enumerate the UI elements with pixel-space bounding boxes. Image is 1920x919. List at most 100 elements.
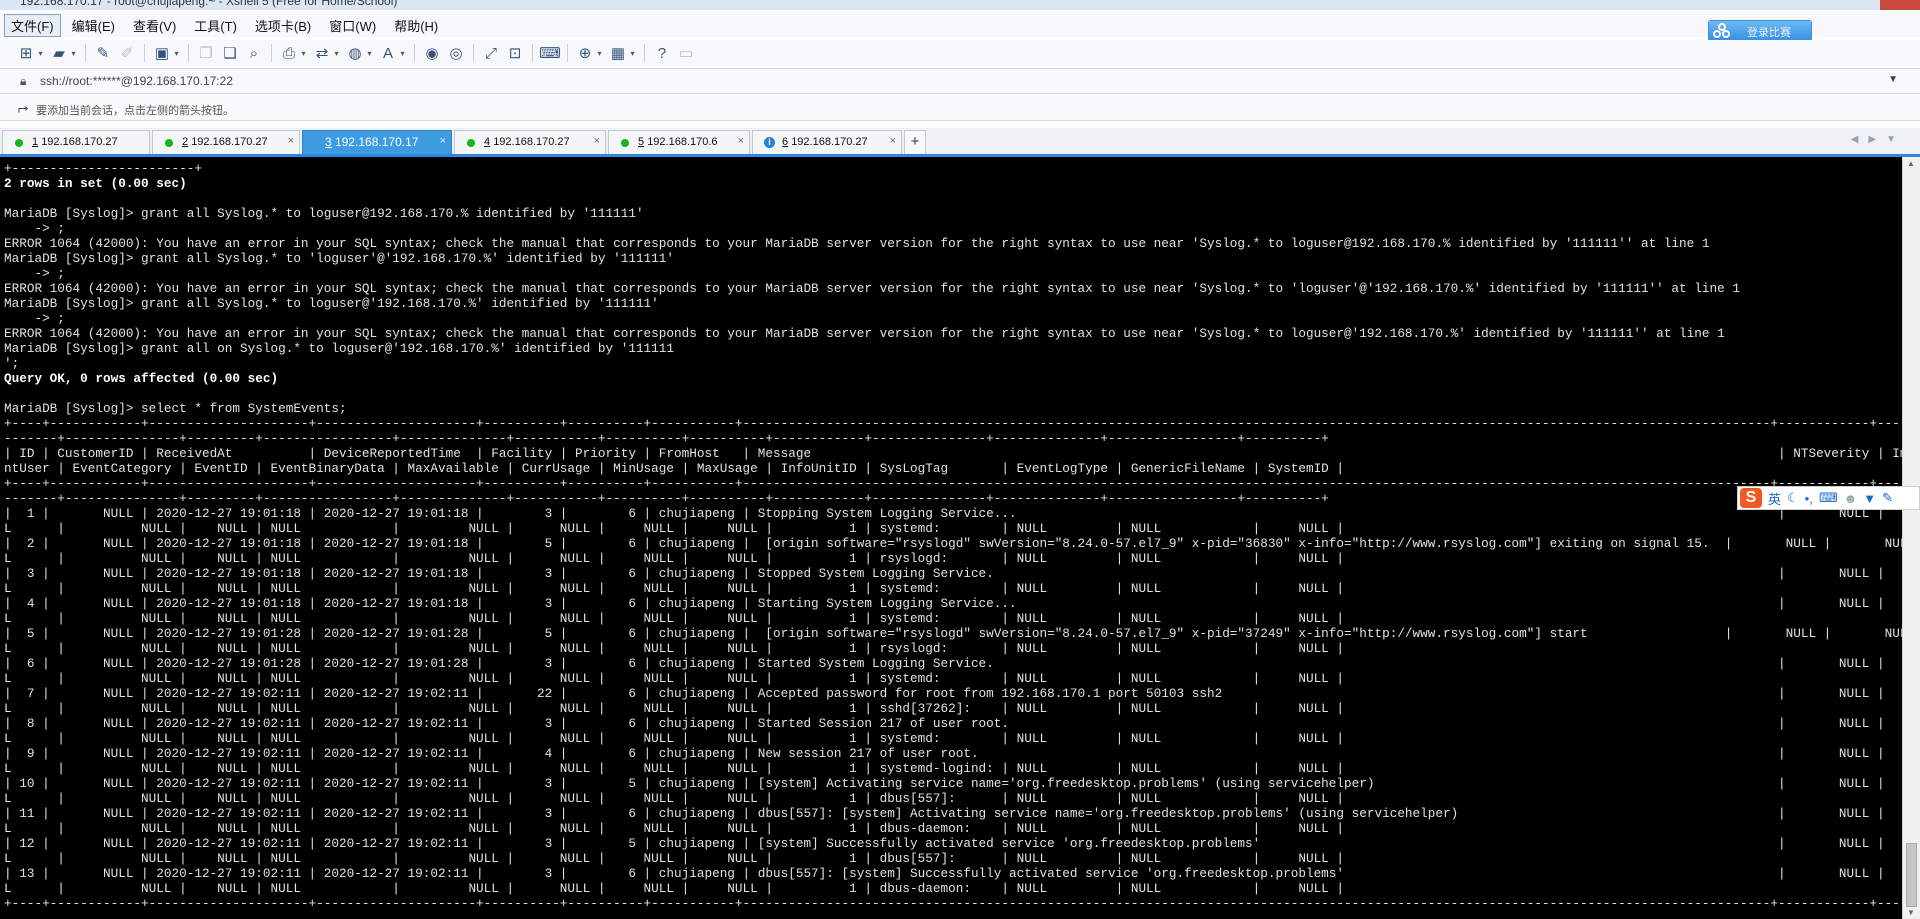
terminal-line: | 1 | NULL | 2020-12-27 19:01:18 | 2020-…	[4, 506, 1885, 521]
sogou-logo-icon	[1713, 23, 1731, 41]
disconnect-icon[interactable]: ✐	[117, 43, 137, 63]
tab-label: 2 192.168.170.27	[182, 136, 268, 148]
tab-label: 3 192.168.170.17	[325, 135, 419, 149]
open-dropdown-icon[interactable]: ▾	[69, 43, 78, 63]
lock-icon[interactable]: ⊡	[505, 43, 525, 63]
help-icon[interactable]: ?	[652, 43, 672, 63]
terminal-line: MariaDB [Syslog]> grant all Syslog.* to …	[4, 251, 675, 266]
toolbar-separator	[532, 44, 533, 62]
terminal-line: | 10 | NULL | 2020-12-27 19:02:11 | 2020…	[4, 776, 1885, 791]
scrollbar-thumb[interactable]	[1906, 843, 1917, 907]
menu-bar: 文件(F) 编辑(E) 查看(V) 工具(T) 选项卡(B) 窗口(W) 帮助(…	[0, 13, 1920, 37]
window-title: 192.168.170.17 - root@chujiapeng:~ - Xsh…	[20, 0, 398, 8]
scroll-down-icon[interactable]: ▼	[1907, 908, 1915, 917]
layout-dropdown-icon[interactable]: ▾	[628, 43, 637, 63]
maximize-button[interactable]	[1840, 0, 1880, 10]
layout-icon[interactable]: ▦	[608, 43, 628, 63]
find-icon[interactable]: ⌕	[244, 43, 264, 63]
menu-tools[interactable]: 工具(T)	[187, 14, 244, 37]
terminal-line: L | NULL | NULL | NULL | NULL | NULL | N…	[4, 881, 1345, 896]
terminal-output: +------------------------+ 2 rows in set…	[0, 157, 1902, 911]
menu-file[interactable]: 文件(F)	[4, 13, 61, 37]
punct-icon[interactable]: •,	[1805, 491, 1813, 506]
terminal-line: ERROR 1064 (42000): You have an error in…	[4, 281, 1740, 296]
close-tab-icon[interactable]: ×	[890, 135, 896, 147]
new-session-dropdown-icon[interactable]: ▾	[36, 43, 45, 63]
tab-session-6[interactable]: i 6 192.168.170.27 ×	[752, 130, 902, 154]
add-tab-button[interactable]: +	[904, 130, 926, 154]
ime-toolbar[interactable]: S 英 ☾ •, ⌨ ☻ ▼ ✎	[1737, 486, 1920, 510]
xftp-icon[interactable]: ◉	[422, 43, 442, 63]
keyboard-icon[interactable]: ⌨	[1819, 490, 1838, 506]
font-icon[interactable]: A	[378, 43, 398, 63]
tab-session-1[interactable]: 1 192.168.170.27	[2, 130, 150, 154]
vertical-scrollbar[interactable]: ▲ ▼	[1902, 157, 1920, 919]
copy-icon[interactable]: ❐	[196, 43, 216, 63]
connected-status-icon	[621, 139, 629, 147]
terminal-line: | 5 | NULL | 2020-12-27 19:01:28 | 2020-…	[4, 626, 1902, 641]
new-tab-icon[interactable]: ⊕	[575, 43, 595, 63]
reconnect-icon[interactable]: ✎	[93, 43, 113, 63]
terminal-line: -------+---------------+---------+------…	[4, 491, 1329, 506]
globe-icon[interactable]: ◍	[345, 43, 365, 63]
chat-icon[interactable]: ▭	[676, 43, 696, 63]
print-dropdown-icon[interactable]: ▾	[299, 43, 308, 63]
menu-tabs[interactable]: 选项卡(B)	[248, 14, 318, 37]
ime-language-toggle[interactable]: 英	[1768, 489, 1781, 508]
menu-window[interactable]: 窗口(W)	[322, 14, 383, 37]
moon-icon[interactable]: ☾	[1787, 490, 1799, 506]
close-tab-icon[interactable]: ×	[594, 135, 600, 147]
terminal-area[interactable]: +------------------------+ 2 rows in set…	[0, 157, 1902, 919]
close-tab-icon[interactable]: ×	[738, 135, 744, 147]
terminal-line: +------------------------+	[4, 161, 202, 176]
tab-session-5[interactable]: 5 192.168.170.6 ×	[608, 130, 750, 154]
font-dropdown-icon[interactable]: ▾	[398, 43, 407, 63]
chevron-down-icon[interactable]: ▼	[1888, 74, 1898, 85]
connected-status-icon	[467, 139, 475, 147]
add-session-arrow-icon[interactable]: ⮣	[18, 100, 28, 116]
wrench-icon[interactable]: ✎	[1882, 490, 1893, 506]
shirt-icon[interactable]: ▼	[1863, 491, 1876, 506]
xmanager-icon[interactable]: ◎	[446, 43, 466, 63]
scroll-up-icon[interactable]: ▲	[1907, 159, 1915, 168]
terminal-line: | 11 | NULL | 2020-12-27 19:02:11 | 2020…	[4, 806, 1885, 821]
terminal-line: ERROR 1064 (42000): You have an error in…	[4, 236, 1710, 251]
transfer-icon[interactable]: ⇄	[312, 43, 332, 63]
tab-scroll-arrows-icon[interactable]: ◀▶▼	[1851, 134, 1906, 145]
minimize-button[interactable]	[1800, 0, 1840, 10]
close-tab-icon[interactable]: ×	[288, 135, 294, 147]
menu-help[interactable]: 帮助(H)	[387, 14, 445, 37]
properties-icon[interactable]: ▣	[152, 43, 172, 63]
tab-session-3[interactable]: 3 192.168.170.17 ×	[302, 130, 452, 154]
connected-status-icon	[165, 139, 173, 147]
fullscreen-icon[interactable]: ⤢	[481, 43, 501, 63]
tab-session-2[interactable]: 2 192.168.170.27 ×	[152, 130, 300, 154]
menu-edit[interactable]: 编辑(E)	[65, 14, 122, 37]
new-tab-dropdown-icon[interactable]: ▾	[595, 43, 604, 63]
properties-dropdown-icon[interactable]: ▾	[172, 43, 181, 63]
terminal-line: +----+------------+---------------------…	[4, 416, 1902, 431]
keyboard-icon[interactable]: ⌨	[539, 43, 561, 63]
new-session-icon[interactable]: ⊞	[16, 43, 36, 63]
terminal-line: | 6 | NULL | 2020-12-27 19:01:28 | 2020-…	[4, 656, 1885, 671]
open-folder-icon[interactable]: ▰	[49, 43, 69, 63]
toolbar-separator	[567, 44, 568, 62]
close-window-button[interactable]	[1880, 0, 1920, 10]
tab-session-4[interactable]: 4 192.168.170.27 ×	[454, 130, 606, 154]
terminal-line: -> ;	[4, 221, 65, 236]
terminal-line: | 8 | NULL | 2020-12-27 19:02:11 | 2020-…	[4, 716, 1885, 731]
terminal-line: L | NULL | NULL | NULL | NULL | NULL | N…	[4, 791, 1345, 806]
tab-label: 1 192.168.170.27	[32, 136, 118, 148]
globe-dropdown-icon[interactable]: ▾	[365, 43, 374, 63]
close-tab-icon[interactable]: ×	[440, 135, 446, 147]
terminal-line: 2 rows in set (0.00 sec)	[4, 176, 187, 191]
toolbar-separator	[85, 44, 86, 62]
sogou-ime-logo-icon[interactable]: S	[1740, 488, 1762, 508]
transfer-dropdown-icon[interactable]: ▾	[332, 43, 341, 63]
user-icon[interactable]: ☻	[1844, 491, 1858, 506]
print-icon[interactable]: ⎙	[279, 43, 299, 63]
address-input[interactable]: ssh://root:******@192.168.170.17:22	[40, 74, 233, 88]
title-bar: 192.168.170.17 - root@chujiapeng:~ - Xsh…	[0, 0, 1920, 10]
paste-icon[interactable]: ❏	[220, 43, 240, 63]
menu-view[interactable]: 查看(V)	[126, 14, 183, 37]
